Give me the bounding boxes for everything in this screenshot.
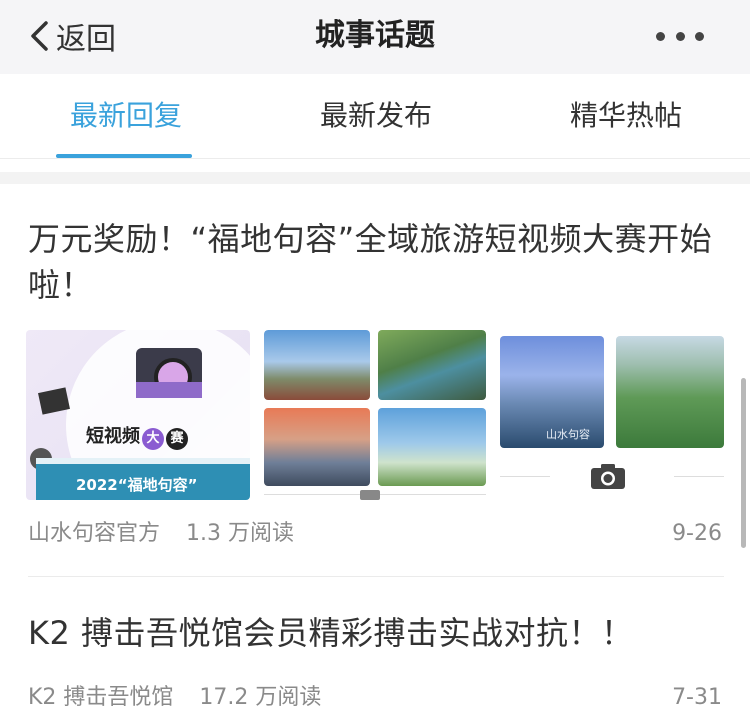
- poster-caption: 短视频大赛: [86, 422, 188, 450]
- page-title: 城事话题: [315, 18, 435, 53]
- poster-band: 2022“福地句容”: [36, 458, 250, 500]
- clapperboard-icon: [38, 387, 70, 415]
- video-watermark: 山水句容: [546, 428, 590, 441]
- section-gap: [0, 172, 750, 184]
- nav-header: 返回 城事话题: [0, 0, 750, 74]
- active-tab-indicator: [56, 154, 192, 158]
- post-author[interactable]: K2 搏击吾悦馆: [28, 685, 173, 710]
- post-title[interactable]: 万元奖励！“福地句容”全域旅游短视频大赛开始啦！: [28, 216, 718, 308]
- collage-photo: [378, 408, 486, 486]
- poster-band-text: 2022“福地句容”: [76, 476, 198, 494]
- camera-icon: [591, 464, 625, 489]
- more-dots-icon[interactable]: [656, 22, 704, 50]
- camera-icon: [136, 348, 202, 398]
- camera-icon: [360, 490, 380, 500]
- post-author[interactable]: 山水句容官方: [28, 521, 160, 546]
- scrollbar[interactable]: [741, 378, 746, 548]
- post-meta: K2 搏击吾悦馆 17.2 万阅读: [28, 682, 321, 714]
- post-title[interactable]: K2 搏击吾悦馆会员精彩搏击实战对抗！！: [28, 610, 728, 656]
- post-divider: [28, 576, 724, 577]
- post-image-poster[interactable]: 短视频大赛 2022“福地句容”: [26, 330, 250, 500]
- post-video-thumbnail[interactable]: 山水句容: [498, 330, 724, 500]
- poster-caption-text: 短视频: [86, 426, 140, 447]
- tab-latest-reply[interactable]: 最新回复: [70, 96, 182, 136]
- read-count: 1.3 万阅读: [186, 521, 294, 546]
- divider: [674, 476, 724, 477]
- post-meta: 山水句容官方 1.3 万阅读: [28, 518, 294, 550]
- read-count: 17.2 万阅读: [199, 685, 322, 710]
- post-date: 7-31: [672, 685, 722, 710]
- post-image-collage[interactable]: [264, 330, 486, 500]
- collage-photo: [264, 408, 370, 486]
- video-photo: [616, 336, 724, 448]
- divider: [500, 476, 550, 477]
- collage-photo: [264, 330, 370, 400]
- video-photo: 山水句容: [500, 336, 604, 448]
- poster-badge: 大: [142, 428, 164, 450]
- tab-featured[interactable]: 精华热帖: [570, 96, 682, 136]
- post-date: 9-26: [672, 521, 722, 546]
- tab-bar: 最新回复 最新发布 精华热帖: [0, 74, 750, 159]
- poster-badge: 赛: [166, 428, 188, 450]
- collage-photo: [378, 330, 486, 400]
- tab-latest-post[interactable]: 最新发布: [320, 96, 432, 136]
